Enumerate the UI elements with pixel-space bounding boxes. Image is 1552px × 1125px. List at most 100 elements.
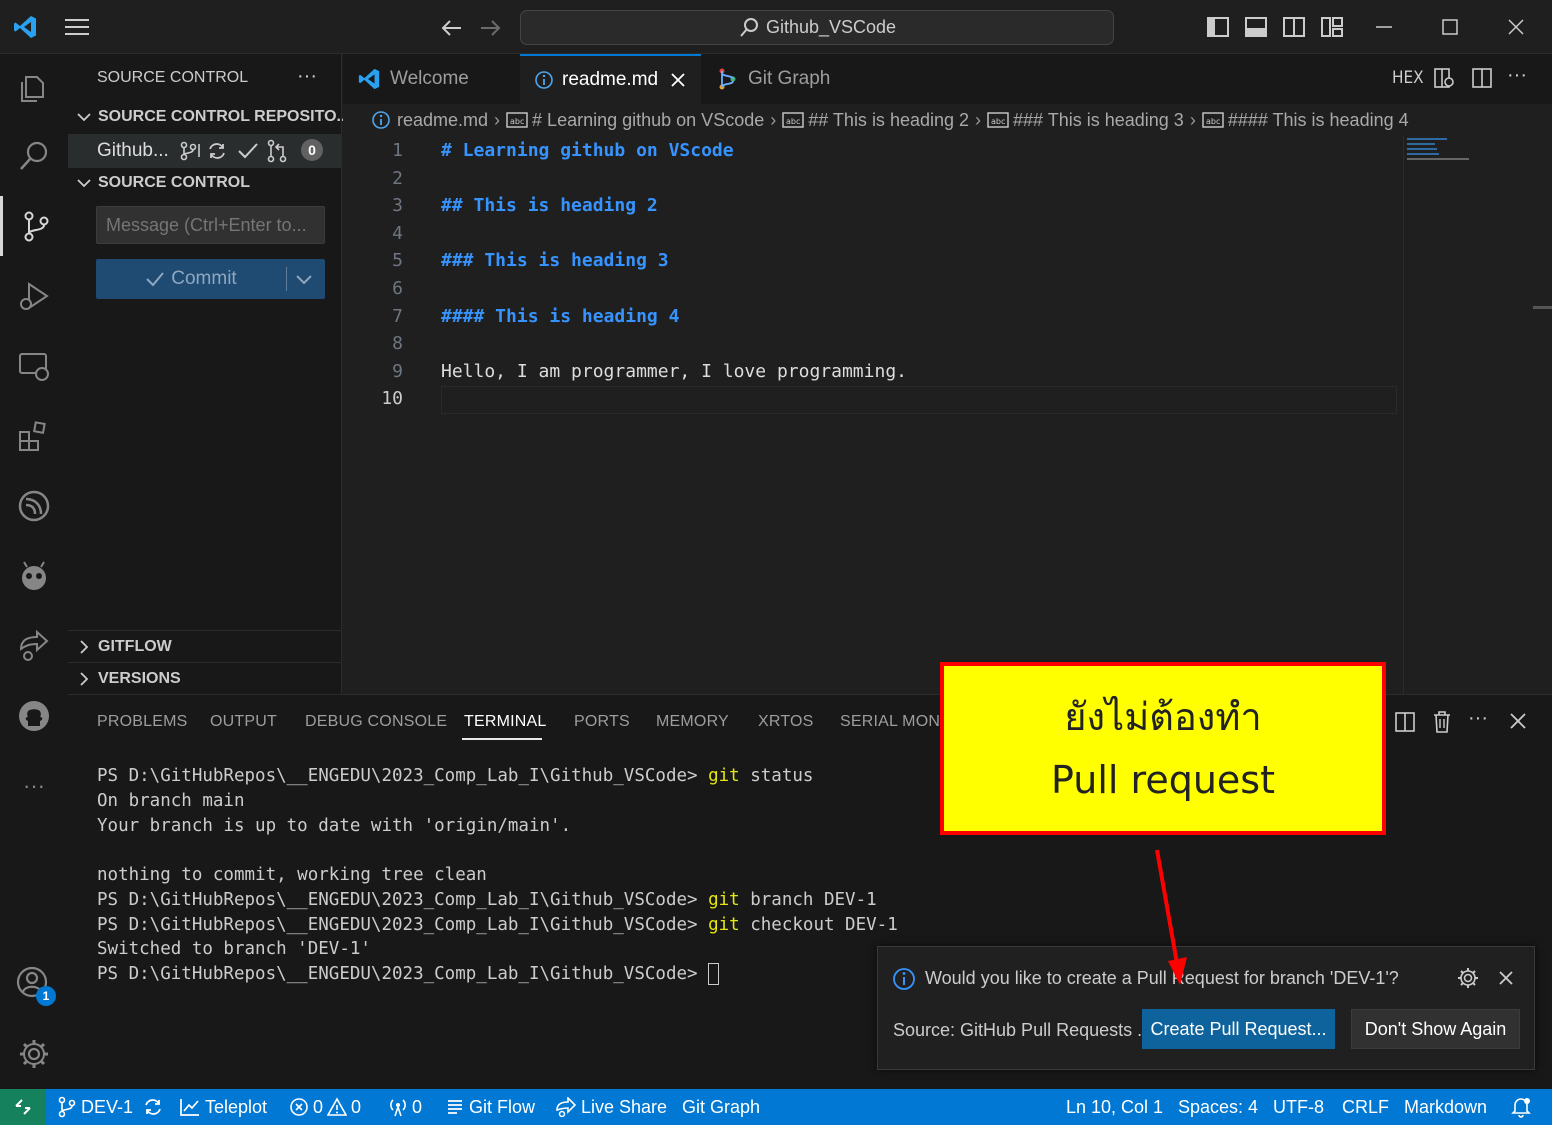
repository-row[interactable]: Github... 0	[68, 134, 341, 168]
esp-idf-icon[interactable]	[0, 476, 68, 536]
search-text: Github_VSCode	[765, 17, 897, 37]
create-pull-request-button[interactable]: Create Pull Request...	[1142, 1009, 1335, 1049]
tab-ports[interactable]: PORTS	[574, 713, 630, 731]
svg-text:abc: abc	[786, 117, 800, 126]
git-graph-status[interactable]: Git Graph	[682, 1089, 760, 1125]
close-tab-icon[interactable]	[670, 72, 686, 88]
repositories-section-header[interactable]: SOURCE CONTROL REPOSITO...	[76, 108, 350, 126]
scrollbar-thumb[interactable]	[1533, 306, 1552, 309]
versions-section-header[interactable]: VERSIONS	[76, 670, 181, 688]
breadcrumb-heading-3[interactable]: ### This is heading 3	[1013, 110, 1184, 131]
accounts-icon[interactable]: 1	[0, 954, 68, 1014]
remote-indicator[interactable]	[0, 1089, 46, 1125]
git-flow-status[interactable]: Git Flow	[445, 1089, 535, 1125]
split-editor-icon[interactable]	[1471, 67, 1493, 89]
sidebar-more-button[interactable]: ···	[297, 65, 317, 88]
tab-debug-console[interactable]: DEBUG CONSOLE	[305, 713, 447, 731]
minimap[interactable]	[1405, 136, 1529, 176]
live-share-icon[interactable]	[0, 616, 68, 676]
tab-serial-monitor[interactable]: SERIAL MONIT	[840, 713, 955, 731]
remote-explorer-icon[interactable]	[0, 336, 68, 396]
line-number: 8	[392, 333, 403, 354]
run-debug-icon[interactable]	[0, 266, 68, 326]
current-line-highlight	[441, 386, 1397, 414]
live-share-status[interactable]: Live Share	[555, 1089, 667, 1125]
maximize-icon[interactable]	[1440, 16, 1460, 38]
vscode-logo-icon[interactable]	[12, 14, 38, 40]
line-number: 7	[392, 306, 403, 327]
minimap-line	[1407, 148, 1437, 150]
terminal-line: PS D:\GitHubRepos\__ENGEDU\2023_Comp_Lab…	[97, 913, 898, 938]
menu-icon[interactable]	[64, 16, 90, 38]
commit-button[interactable]: Commit	[96, 259, 286, 299]
close-window-icon[interactable]	[1506, 16, 1526, 38]
github-icon[interactable]	[0, 686, 68, 746]
close-panel-icon[interactable]	[1509, 712, 1527, 730]
accounts-badge: 1	[36, 986, 56, 1006]
extensions-icon[interactable]	[0, 406, 68, 466]
open-preview-icon[interactable]	[1433, 67, 1455, 89]
more-actions-icon[interactable]: ···	[1507, 64, 1527, 87]
indentation[interactable]: Spaces: 4	[1178, 1089, 1258, 1125]
commit-dropdown-chevron-icon[interactable]	[292, 269, 316, 289]
gear-icon[interactable]	[1457, 967, 1479, 989]
problems-status[interactable]: 0 0	[289, 1089, 361, 1125]
dont-show-again-button[interactable]: Don't Show Again	[1351, 1009, 1520, 1049]
tab-memory[interactable]: MEMORY	[656, 713, 729, 731]
close-icon[interactable]	[1498, 970, 1514, 986]
language-mode[interactable]: Markdown	[1404, 1089, 1487, 1125]
source-control-icon[interactable]	[0, 196, 68, 256]
search-view-icon[interactable]	[0, 126, 68, 186]
customize-layout-icon[interactable]	[1320, 16, 1344, 38]
command-center-search[interactable]: Github_VSCode	[520, 10, 1114, 45]
git-graph-icon	[719, 68, 736, 90]
breadcrumb-heading-2[interactable]: ## This is heading 2	[808, 110, 969, 131]
tab-git-graph[interactable]: Git Graph	[703, 54, 873, 104]
sync-icon[interactable]	[207, 141, 227, 161]
platformio-icon[interactable]	[0, 546, 68, 606]
forward-arrow-icon[interactable]	[478, 16, 502, 40]
panel-more-button[interactable]: ···	[1468, 707, 1488, 730]
trash-icon[interactable]	[1431, 710, 1453, 734]
source-control-section-label: SOURCE CONTROL	[98, 174, 250, 191]
breadcrumb-heading-1[interactable]: # Learning github on VScode	[532, 110, 764, 131]
back-arrow-icon[interactable]	[440, 16, 464, 40]
notifications-bell-icon[interactable]	[1511, 1089, 1531, 1125]
check-icon[interactable]	[237, 141, 259, 161]
source-control-section-header[interactable]: SOURCE CONTROL	[76, 174, 250, 192]
tab-problems[interactable]: PROBLEMS	[97, 713, 188, 731]
branch-icon[interactable]	[179, 141, 201, 161]
toggle-panel-icon[interactable]	[1244, 16, 1268, 38]
tab-output[interactable]: OUTPUT	[210, 713, 277, 731]
more-views-icon[interactable]: ···	[0, 756, 68, 816]
branch-status[interactable]: DEV-1	[57, 1089, 163, 1125]
tab-welcome[interactable]: Welcome	[343, 54, 516, 104]
title-bar: Github_VSCode	[0, 0, 1552, 54]
end-of-line[interactable]: CRLF	[1342, 1089, 1389, 1125]
terminal-line: Your branch is up to date with 'origin/m…	[97, 816, 572, 836]
toggle-secondary-sidebar-icon[interactable]	[1282, 16, 1306, 38]
commit-message-input[interactable]	[96, 206, 325, 244]
breadcrumb-file[interactable]: readme.md	[397, 110, 488, 131]
pull-request-icon[interactable]	[266, 139, 288, 163]
split-terminal-icon[interactable]	[1394, 711, 1416, 733]
sync-icon[interactable]	[143, 1097, 163, 1117]
code-editor[interactable]: 1 # Learning github on VScode 2 3 ## Thi…	[343, 136, 1403, 436]
toggle-primary-sidebar-icon[interactable]	[1206, 16, 1230, 38]
hex-editor-button[interactable]: HEX	[1392, 68, 1424, 88]
error-icon	[290, 1098, 308, 1116]
encoding[interactable]: UTF-8	[1273, 1089, 1324, 1125]
breadcrumb-heading-4[interactable]: #### This is heading 4	[1228, 110, 1409, 131]
line-number: 4	[392, 223, 403, 244]
teleplot-status[interactable]: Teleplot	[179, 1089, 267, 1125]
settings-gear-icon[interactable]	[0, 1024, 68, 1084]
ports-status[interactable]: 0	[388, 1089, 422, 1125]
cursor-position[interactable]: Ln 10, Col 1	[1066, 1089, 1163, 1125]
explorer-icon[interactable]	[0, 58, 68, 118]
tab-readme[interactable]: readme.md	[520, 54, 701, 104]
tab-xrtos[interactable]: XRTOS	[758, 713, 814, 731]
minimap-line	[1407, 153, 1439, 155]
gitflow-section-header[interactable]: GITFLOW	[76, 638, 172, 656]
minimize-icon[interactable]	[1374, 16, 1394, 38]
tab-terminal[interactable]: TERMINAL	[464, 713, 547, 731]
